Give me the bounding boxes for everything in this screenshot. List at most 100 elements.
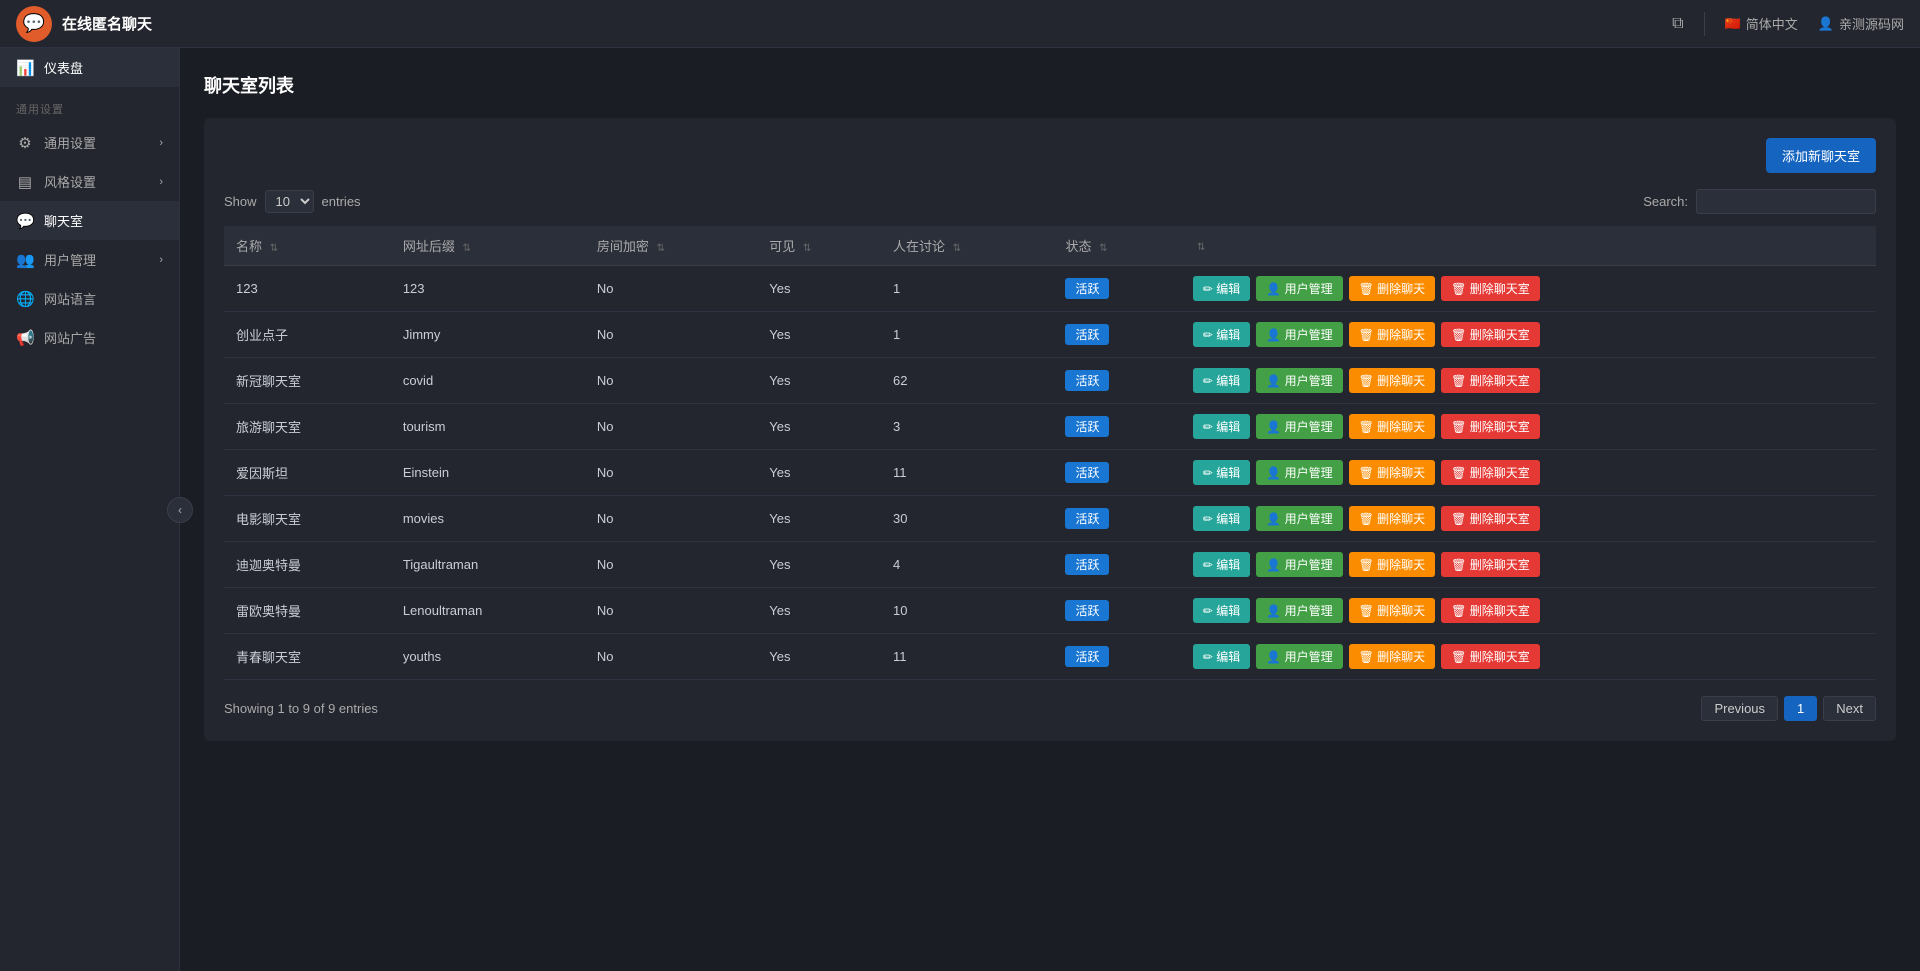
edit-button[interactable]: ✏ 编辑 bbox=[1193, 276, 1250, 301]
lang-label: 简体中文 bbox=[1746, 14, 1798, 33]
col-slug: 网址后缀 ⇅ bbox=[391, 226, 585, 266]
next-page-button[interactable]: Next bbox=[1823, 696, 1876, 721]
mute-button[interactable]: 🗑 删除聊天 bbox=[1349, 460, 1436, 485]
user-manage-button[interactable]: 👤 用户管理 bbox=[1256, 368, 1342, 393]
logo-icon: 💬 bbox=[16, 6, 52, 42]
edit-button[interactable]: ✏ 编辑 bbox=[1193, 506, 1250, 531]
user-menu[interactable]: 👤 亲测源码网 bbox=[1818, 14, 1904, 33]
table-row: 青春聊天室 youths No Yes 11 活跃 ✏ 编辑 👤 用户管理 🗑 … bbox=[224, 634, 1876, 680]
sort-icon-name[interactable]: ⇅ bbox=[270, 243, 278, 254]
edit-button[interactable]: ✏ 编辑 bbox=[1193, 414, 1250, 439]
sort-icon-status[interactable]: ⇅ bbox=[1099, 243, 1107, 254]
cell-name: 迪迦奥特曼 bbox=[224, 542, 391, 588]
cell-name: 旅游聊天室 bbox=[224, 404, 391, 450]
sidebar-item-general-settings[interactable]: ⚙ 通用设置 › bbox=[0, 123, 179, 162]
cell-status: 活跃 bbox=[1053, 588, 1180, 634]
cell-slug: 123 bbox=[391, 266, 585, 312]
sidebar-toggle[interactable]: ‹ bbox=[167, 497, 193, 523]
cell-status: 活跃 bbox=[1053, 450, 1180, 496]
mute-button[interactable]: 🗑 删除聊天 bbox=[1349, 506, 1436, 531]
status-badge: 活跃 bbox=[1065, 416, 1109, 437]
user-manage-button[interactable]: 👤 用户管理 bbox=[1256, 276, 1342, 301]
user-label: 亲测源码网 bbox=[1839, 14, 1904, 33]
status-badge: 活跃 bbox=[1065, 646, 1109, 667]
col-visible: 可见 ⇅ bbox=[757, 226, 881, 266]
cell-encrypted: No bbox=[585, 634, 757, 680]
delete-button[interactable]: 🗑 删除聊天室 bbox=[1441, 276, 1540, 301]
cell-actions: ✏ 编辑 👤 用户管理 🗑 删除聊天 🗑 删除聊天室 bbox=[1181, 404, 1876, 450]
cell-discussing: 3 bbox=[881, 404, 1053, 450]
sidebar-item-style-settings[interactable]: ▤ 风格设置 › bbox=[0, 162, 179, 201]
mute-button[interactable]: 🗑 删除聊天 bbox=[1349, 552, 1436, 577]
cell-status: 活跃 bbox=[1053, 266, 1180, 312]
search-input[interactable] bbox=[1696, 189, 1876, 214]
sort-icon-slug[interactable]: ⇅ bbox=[462, 243, 470, 254]
user-manage-button[interactable]: 👤 用户管理 bbox=[1256, 506, 1342, 531]
mute-button[interactable]: 🗑 删除聊天 bbox=[1349, 322, 1436, 347]
sort-icon-discussing[interactable]: ⇅ bbox=[953, 243, 961, 254]
table-controls: Show 10 25 50 entries Search: bbox=[224, 189, 1876, 214]
lang-selector[interactable]: 🇨🇳 简体中文 bbox=[1725, 14, 1798, 33]
sidebar-item-chatroom[interactable]: 💬 聊天室 bbox=[0, 201, 179, 240]
edit-button[interactable]: ✏ 编辑 bbox=[1193, 644, 1250, 669]
cell-slug: movies bbox=[391, 496, 585, 542]
user-manage-button[interactable]: 👤 用户管理 bbox=[1256, 460, 1342, 485]
status-badge: 活跃 bbox=[1065, 370, 1109, 391]
user-manage-button[interactable]: 👤 用户管理 bbox=[1256, 644, 1342, 669]
delete-button[interactable]: 🗑 删除聊天室 bbox=[1441, 506, 1540, 531]
user-manage-button[interactable]: 👤 用户管理 bbox=[1256, 598, 1342, 623]
logo-text: 在线匿名聊天 bbox=[62, 13, 152, 34]
action-buttons: ✏ 编辑 👤 用户管理 🗑 删除聊天 🗑 删除聊天室 bbox=[1193, 644, 1864, 669]
edit-button[interactable]: ✏ 编辑 bbox=[1193, 460, 1250, 485]
delete-button[interactable]: 🗑 删除聊天室 bbox=[1441, 644, 1540, 669]
cell-actions: ✏ 编辑 👤 用户管理 🗑 删除聊天 🗑 删除聊天室 bbox=[1181, 496, 1876, 542]
delete-button[interactable]: 🗑 删除聊天室 bbox=[1441, 322, 1540, 347]
mute-button[interactable]: 🗑 删除聊天 bbox=[1349, 276, 1436, 301]
mute-button[interactable]: 🗑 删除聊天 bbox=[1349, 644, 1436, 669]
delete-button[interactable]: 🗑 删除聊天室 bbox=[1441, 368, 1540, 393]
settings-icon: ⚙ bbox=[16, 134, 34, 152]
cell-visible: Yes bbox=[757, 634, 881, 680]
user-manage-button[interactable]: 👤 用户管理 bbox=[1256, 414, 1342, 439]
cell-discussing: 30 bbox=[881, 496, 1053, 542]
mute-button[interactable]: 🗑 删除聊天 bbox=[1349, 598, 1436, 623]
show-label: Show bbox=[224, 194, 257, 209]
topbar-right: ⧉ 🇨🇳 简体中文 👤 亲测源码网 bbox=[1672, 12, 1904, 36]
sort-icon-visible[interactable]: ⇅ bbox=[803, 243, 811, 254]
sort-icon-encrypted[interactable]: ⇅ bbox=[656, 243, 664, 254]
cell-actions: ✏ 编辑 👤 用户管理 🗑 删除聊天 🗑 删除聊天室 bbox=[1181, 450, 1876, 496]
search-box: Search: bbox=[1643, 189, 1876, 214]
mute-button[interactable]: 🗑 删除聊天 bbox=[1349, 414, 1436, 439]
action-buttons: ✏ 编辑 👤 用户管理 🗑 删除聊天 🗑 删除聊天室 bbox=[1193, 506, 1864, 531]
delete-button[interactable]: 🗑 删除聊天室 bbox=[1441, 460, 1540, 485]
cell-visible: Yes bbox=[757, 542, 881, 588]
sidebar-item-user-management[interactable]: 👥 用户管理 › bbox=[0, 240, 179, 279]
cell-encrypted: No bbox=[585, 266, 757, 312]
mute-button[interactable]: 🗑 删除聊天 bbox=[1349, 368, 1436, 393]
delete-button[interactable]: 🗑 删除聊天室 bbox=[1441, 598, 1540, 623]
delete-button[interactable]: 🗑 删除聊天室 bbox=[1441, 552, 1540, 577]
sidebar-item-dashboard[interactable]: 📊 仪表盘 bbox=[0, 48, 179, 87]
add-chatroom-button[interactable]: 添加新聊天室 bbox=[1766, 138, 1876, 173]
cell-status: 活跃 bbox=[1053, 312, 1180, 358]
edit-button[interactable]: ✏ 编辑 bbox=[1193, 552, 1250, 577]
edit-button[interactable]: ✏ 编辑 bbox=[1193, 598, 1250, 623]
cell-encrypted: No bbox=[585, 542, 757, 588]
page-1-button[interactable]: 1 bbox=[1784, 696, 1817, 721]
edit-button[interactable]: ✏ 编辑 bbox=[1193, 322, 1250, 347]
delete-button[interactable]: 🗑 删除聊天室 bbox=[1441, 414, 1540, 439]
arrow-icon: › bbox=[159, 137, 163, 149]
sort-icon-actions[interactable]: ⇅ bbox=[1197, 242, 1205, 253]
entries-select[interactable]: 10 25 50 bbox=[265, 190, 314, 213]
external-link-icon[interactable]: ⧉ bbox=[1672, 15, 1683, 33]
edit-button[interactable]: ✏ 编辑 bbox=[1193, 368, 1250, 393]
action-buttons: ✏ 编辑 👤 用户管理 🗑 删除聊天 🗑 删除聊天室 bbox=[1193, 368, 1864, 393]
sidebar-item-ads[interactable]: 📢 网站广告 bbox=[0, 318, 179, 357]
sidebar: 📊 仪表盘 通用设置 ⚙ 通用设置 › ▤ 风格设置 › 💬 聊天室 👥 用户管… bbox=[0, 48, 180, 971]
action-buttons: ✏ 编辑 👤 用户管理 🗑 删除聊天 🗑 删除聊天室 bbox=[1193, 460, 1864, 485]
user-manage-button[interactable]: 👤 用户管理 bbox=[1256, 552, 1342, 577]
prev-page-button[interactable]: Previous bbox=[1701, 696, 1778, 721]
user-manage-button[interactable]: 👤 用户管理 bbox=[1256, 322, 1342, 347]
sidebar-item-language[interactable]: 🌐 网站语言 bbox=[0, 279, 179, 318]
cell-actions: ✏ 编辑 👤 用户管理 🗑 删除聊天 🗑 删除聊天室 bbox=[1181, 312, 1876, 358]
